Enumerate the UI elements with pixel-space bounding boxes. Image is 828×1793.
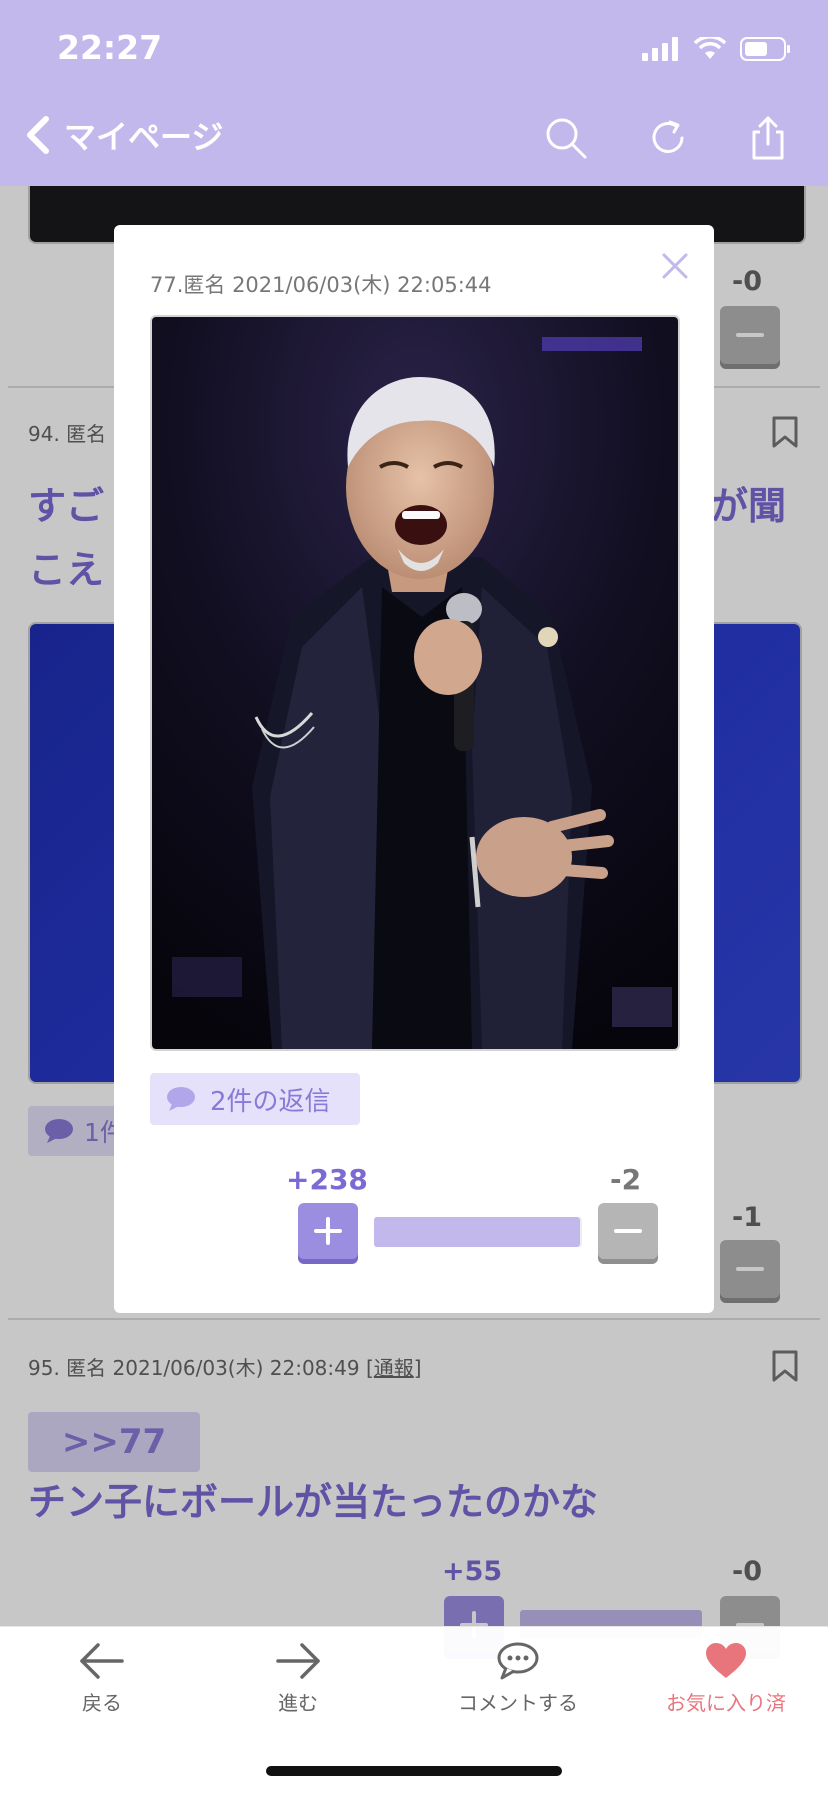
vote-ratio-fill [374,1217,580,1247]
comment-photo[interactable] [150,315,680,1051]
back-button[interactable]: 戻る [22,1641,182,1716]
back-label: マイページ [64,118,224,156]
favorite-button[interactable]: お気に入り済 [646,1641,806,1716]
status-time: 22:27 [57,28,163,67]
wifi-icon [694,37,726,59]
top-bar: 22:27 マイページ [0,0,828,186]
speech-bubble-icon [167,1087,195,1111]
back-to-mypage-button[interactable]: マイページ [24,112,223,158]
favorite-label: お気に入り済 [666,1691,786,1715]
back-label: 戻る [82,1691,122,1715]
modal-comment-meta: 77.匿名 2021/06/03(木) 22:05:44 [150,273,492,297]
comment-bubble-icon [497,1642,539,1680]
vote-ratio-bar [374,1217,582,1247]
search-icon[interactable] [544,116,588,160]
comment-modal: 77.匿名 2021/06/03(木) 22:05:44 2件の返信 +238 … [114,225,714,1313]
battery-icon [740,37,790,61]
comment-label: コメントする [458,1691,578,1715]
share-icon[interactable] [746,116,790,160]
close-icon[interactable] [660,251,690,281]
replies-label: 2件の返信 [210,1086,331,1117]
heart-icon [706,1643,746,1678]
singer-photo [152,317,678,1049]
plus-vote-count: +238 [286,1163,368,1196]
arrow-right-icon [276,1643,320,1679]
comment-button[interactable]: コメントする [438,1641,598,1716]
chevron-left-icon [27,116,49,154]
minus-vote-button[interactable] [598,1203,658,1259]
status-icons [642,36,792,62]
home-indicator [266,1766,562,1776]
signal-icon [642,37,678,61]
replies-button[interactable]: 2件の返信 [150,1073,360,1125]
forward-button[interactable]: 進む [218,1641,378,1716]
forward-label: 進む [278,1691,318,1715]
plus-vote-button[interactable] [298,1203,358,1259]
minus-vote-count: -2 [610,1163,642,1196]
reload-icon[interactable] [646,116,690,160]
arrow-left-icon [80,1643,124,1679]
